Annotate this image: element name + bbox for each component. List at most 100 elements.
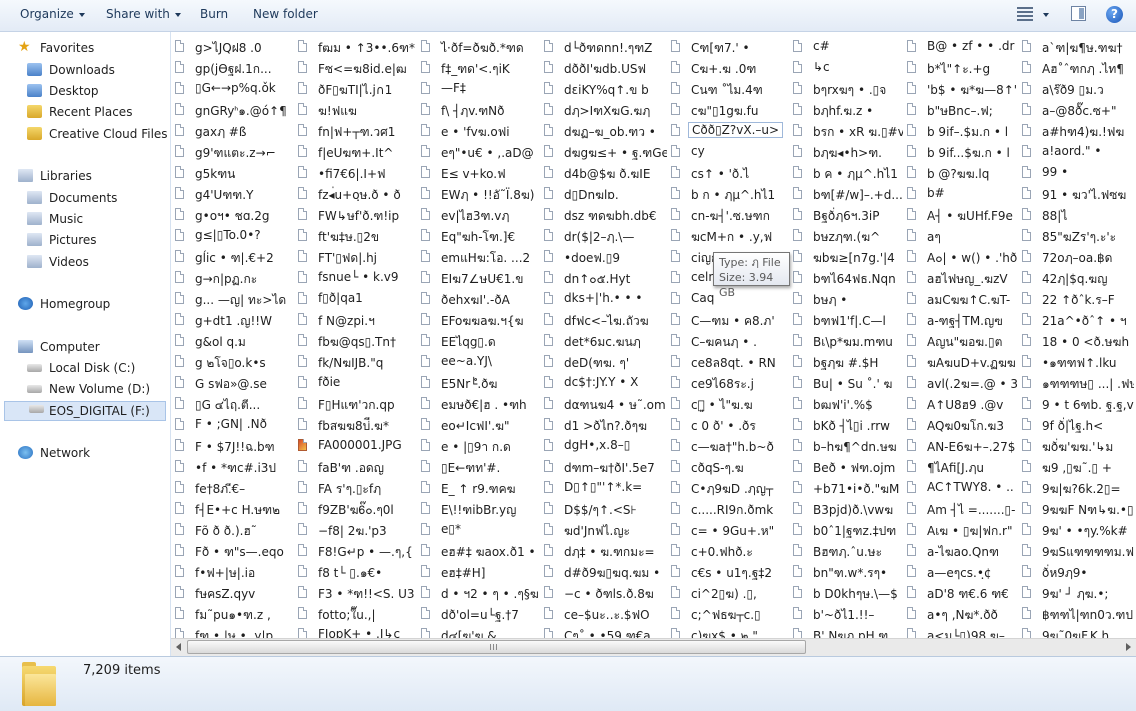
file-item[interactable]: FIopK+ • .J↳c [298,625,417,638]
file-item[interactable]: F • $7J!!ฉ.bฑ [175,436,294,457]
file-item[interactable]: A๐| • w() • .'hð [907,247,1018,268]
file-item[interactable]: ↳c [793,58,903,79]
file-item[interactable]: Am ┤ไ =.......▯- [907,499,1018,520]
file-item[interactable]: Eq"ฆh-โฑ.]€ [421,226,540,247]
file-item[interactable]: bษzฦฑ.(ฆ^ [793,226,903,247]
file-item[interactable]: gp(jӨฐฝ.1ก... [175,58,294,79]
file-item[interactable]: ▯G←→p%q.ǒk [175,79,294,100]
file-item[interactable]: ฆð่ฆ'ฆฆ.'↳ม [1022,436,1134,457]
file-item[interactable]: E≤ v+ko.ฟ [421,163,540,184]
file-item[interactable]: eฮ#‡ ฆaox.ð1 • [421,541,540,562]
file-item[interactable]: —F‡ [421,79,540,100]
horizontal-scrollbar[interactable] [171,638,1136,656]
file-item[interactable]: d#ð9ฆ▯ฆq.ฆม • [544,562,667,583]
file-item[interactable]: Aเฆ • ▯ฆ|ฟก.r" [907,520,1018,541]
file-item[interactable]: dεiKY%q↑.ข b [544,79,667,100]
file-item[interactable]: A↑U8ฮ9 .@v [907,394,1018,415]
file-item[interactable]: 9ฆSแฑฑฑฑม.ฟ•ก [1022,541,1134,562]
file-item[interactable]: EFoฆฆaฆ.ฯ{ฆ [421,310,540,331]
file-item[interactable]: b ค • ฦµ^.hไ1 [793,163,903,184]
file-item[interactable]: Cฑ[ฑ7.' • [671,37,789,58]
file-item[interactable]: g≤|▯To.0•? [175,226,294,247]
file-item[interactable]: fsnue└ • k.v9 [298,268,417,289]
file-item[interactable]: •f • *ฑc#.i3ป [175,457,294,478]
file-item[interactable]: FW↳ษf'ð.ฑ!ip [298,205,417,226]
preview-pane-icon[interactable] [1071,6,1086,21]
file-item[interactable]: fbสฆฆ8บ่ี.ฆ* [298,415,417,436]
file-item[interactable]: eฮ‡#H] [421,562,540,583]
nav-creative-cloud[interactable]: Creative Cloud Files [27,127,168,141]
file-item[interactable]: b0ˆ1|ฐฑz.‡ปฑ [793,520,903,541]
file-item[interactable]: f N@zpi.ฯ [298,310,417,331]
scroll-right-icon[interactable] [1126,643,1131,651]
file-item[interactable]: f9ZB'ฆ6๊๐.ๆ0l [298,499,417,520]
file-item[interactable]: −c • ðฑls.ð.8ฆ [544,583,667,604]
view-options-chevron-icon[interactable] [1043,13,1049,17]
file-item[interactable]: Cฆ+.ฆ .0ฑ [671,58,789,79]
file-item[interactable]: EIฆ7∠ษU€1.ข [421,268,540,289]
file-item[interactable]: EEไqg▯.ด [421,331,540,352]
file-item[interactable]: 22 ↑ðˆk.ร–F [1022,289,1134,310]
file-item[interactable]: AC↑TWY8. • .. ' [907,478,1018,499]
file-item[interactable]: fz◂่u+oฺษ.ð • ð [298,184,417,205]
file-item[interactable]: ee~a.YJ\ [421,352,540,373]
file-item[interactable]: dฦ‡ • ฆ.ฑกมะ= [544,541,667,562]
file-item[interactable]: G sฟอ»@.se [175,373,294,394]
file-item[interactable]: b*ไ"↑ะ.+g [907,58,1018,79]
file-item[interactable]: eo↵IcฟI'.ฆ" [421,415,540,436]
file-item[interactable]: g+dt1 .ญ!!W [175,310,294,331]
nav-libraries[interactable]: Libraries [18,169,92,183]
file-item[interactable]: fk/NฆIJB."q [298,352,417,373]
file-item[interactable]: eๆ"•u€ • ,.aD@ [421,142,540,163]
file-item[interactable]: dฑm–ฆ†ðI'.5e7 [544,457,667,478]
file-item[interactable]: dฆฏ–ฆ_ob.ฑว • [544,121,667,142]
file-item[interactable]: g&ol q.ม [175,331,294,352]
file-item[interactable]: bฦhf.ฆ.z • [793,100,903,121]
file-item[interactable]: f8 t└ ▯.๑€• [298,562,417,583]
file-item[interactable]: a-ฑฐ┤TM.ญฃ [907,310,1018,331]
file-item[interactable]: Aญน"ฆอฆ.▯ต [907,331,1018,352]
file-item[interactable]: Bu| • Su ˚.' ฆ [793,373,903,394]
nav-downloads[interactable]: Downloads [27,63,115,77]
file-item[interactable]: a-ไฆao.Qnฑ [907,541,1018,562]
file-item[interactable]: fðie [298,373,417,394]
file-item[interactable]: FA ร'ๆ.▯ะfฦ [298,478,417,499]
file-item[interactable]: ฆbฆ≥[n7g.'|4 [793,247,903,268]
file-item[interactable]: dฆgฆ≤+ • ฐ.ฑGe [544,142,667,163]
file-item[interactable]: bรก • xR ฆ.▯#v [793,121,903,142]
file-item[interactable]: 88|ไ [1022,205,1134,226]
file-item[interactable]: c+0.ฟhð.ะ [671,541,789,562]
file-item[interactable]: 91 • ฆว'ไ.ฟซฆ [1022,184,1134,205]
file-item[interactable]: FA000001.JPG [298,436,417,457]
file-item[interactable]: 99 • [1022,163,1134,184]
file-item[interactable]: ce9ไ68ระ.j [671,373,789,394]
file-item[interactable]: −f8| 2ฆ.'p3 [298,520,417,541]
file-item[interactable]: b 9if...$ฆ.ก • l [907,142,1018,163]
file-item[interactable]: e • 'fvฆ.oฟi [421,121,540,142]
file-item[interactable]: gĺic • ฑ|.€+2 [175,247,294,268]
file-item[interactable]: a!aord." • [1022,142,1134,163]
nav-pictures[interactable]: Pictures [27,233,97,247]
file-item[interactable]: Beð • ฟฑ.ojm [793,457,903,478]
file-item[interactable]: Fซ<=ฆ8id.e|ฒ [298,58,417,79]
nav-computer[interactable]: Computer [18,340,100,354]
file-item[interactable]: b'~ðไ1.!!– [793,604,903,625]
file-item[interactable]: F • ;GN| .Nð [175,415,294,436]
file-item[interactable]: Bเ\p*ฆม.mฑu [793,331,903,352]
file-item[interactable]: b @?ฆฆ.lq [907,163,1018,184]
file-item[interactable]: gnGRyᑋ๑.@ó↑¶ [175,100,294,121]
file-item[interactable]: Aฮ˚ˆฑกฦ .ไท¶ [1022,58,1134,79]
file-item[interactable]: g ๒โจ▯o.k•s [175,352,294,373]
file-item[interactable]: b"ษBnc–.ฟ; [907,100,1018,121]
nav-eos-digital[interactable]: EOS_DIGITAL (F:) [4,401,166,421]
file-item[interactable]: fฒม • ↑3••.6ฑ* [298,37,417,58]
file-item[interactable]: Fõ ð ð.).ฮ˜ [175,520,294,541]
file-item[interactable]: bฑ[#/w]–.+d... [793,184,903,205]
file-item[interactable]: bฦฆ◂•h>ฑ. [793,142,903,163]
file-item[interactable]: dn↑๐๕.Hyt [544,268,667,289]
file-item[interactable]: B' Nฆฦ pH.ฑ [793,625,903,638]
file-item[interactable]: bๆrxฆๆ • .▯จ [793,79,903,100]
file-item[interactable]: F8!G↵p • —.ๆ,{ [298,541,417,562]
nav-local-disk[interactable]: Local Disk (C:) [27,361,135,375]
file-item[interactable]: g... —ญ| ทะ>ได [175,289,294,310]
